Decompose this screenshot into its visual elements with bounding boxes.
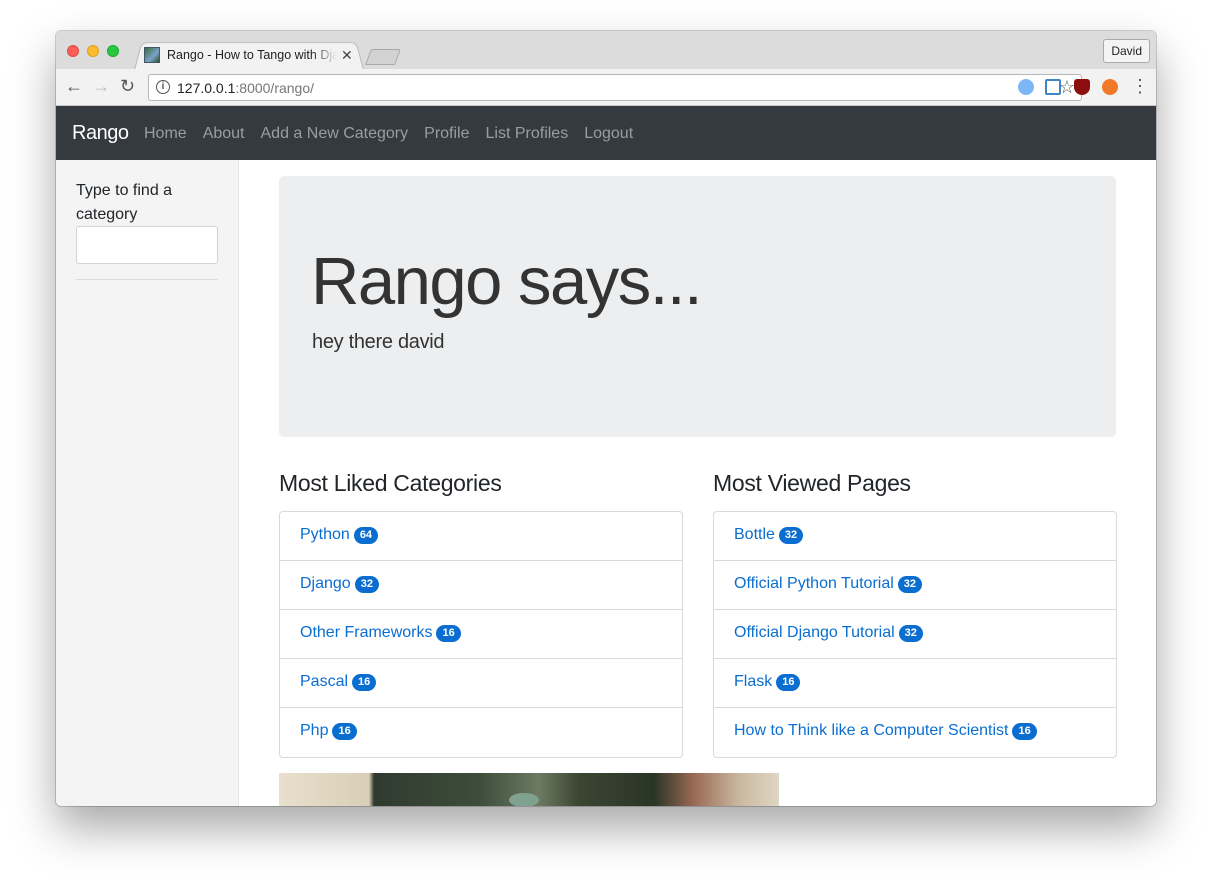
extension-snowflake-icon[interactable]: [1018, 79, 1034, 95]
categories-heading: Most Liked Categories: [279, 470, 502, 496]
count-badge: 32: [354, 576, 379, 593]
count-badge: 32: [897, 576, 923, 593]
count-badge: 16: [436, 625, 461, 642]
category-link[interactable]: Php: [300, 722, 328, 739]
page-link[interactable]: Official Python Tutorial: [734, 575, 894, 592]
zoom-window-button[interactable]: [107, 45, 119, 57]
page-link[interactable]: Bottle: [734, 526, 775, 543]
jumbotron-title: Rango says...: [311, 244, 703, 319]
category-link[interactable]: Django: [300, 575, 351, 592]
profile-button[interactable]: David: [1103, 39, 1150, 63]
list-item: Bottle 32: [714, 512, 1116, 561]
active-tab-content[interactable]: Rango - How to Tango with Django ✕: [144, 45, 359, 65]
forward-arrow-icon[interactable]: →: [92, 77, 110, 95]
back-arrow-icon[interactable]: ←: [65, 77, 83, 95]
page-link[interactable]: How to Think like a Computer Scientist: [734, 722, 1008, 739]
url-text[interactable]: 127.0.0.1:8000/rango/: [177, 80, 314, 96]
list-item: How to Think like a Computer Scientist 16: [714, 708, 1116, 757]
nav-list-profiles[interactable]: List Profiles: [486, 125, 569, 143]
list-item: Other Frameworks 16: [280, 610, 682, 659]
nav-links: Home About Add a New Category Profile Li…: [144, 125, 649, 143]
page-link[interactable]: Flask: [734, 673, 772, 690]
jumbotron: Rango says... hey there david: [279, 176, 1116, 437]
category-search-input[interactable]: [76, 226, 218, 264]
new-tab-button[interactable]: [365, 49, 401, 65]
minimize-window-button[interactable]: [87, 45, 99, 57]
extension-ublock-icon[interactable]: [1074, 79, 1090, 95]
nav-logout[interactable]: Logout: [584, 125, 633, 143]
address-bar[interactable]: i 127.0.0.1:8000/rango/ ☆: [148, 74, 1082, 101]
list-item: Flask 16: [714, 659, 1116, 708]
browser-menu-icon[interactable]: ⋮: [1131, 77, 1149, 95]
nav-add-category[interactable]: Add a New Category: [261, 125, 409, 143]
tab-strip: Rango - How to Tango with Django ✕ David: [56, 31, 1156, 70]
list-item: Django 32: [280, 561, 682, 610]
list-item: Official Python Tutorial 32: [714, 561, 1116, 610]
count-badge: 16: [1012, 723, 1037, 740]
count-badge: 16: [332, 723, 357, 740]
list-item: Official Django Tutorial 32: [714, 610, 1116, 659]
sidebar-divider: [76, 279, 218, 280]
nav-about[interactable]: About: [203, 125, 245, 143]
categories-list: Python 64 Django 32 Other Frameworks 16 Pas…: [279, 511, 683, 758]
count-badge: 32: [898, 625, 923, 642]
site-navbar: Rango Home About Add a New Category Prof…: [56, 106, 1156, 160]
info-icon[interactable]: i: [156, 80, 170, 94]
browser-window: Rango - How to Tango with Django ✕ David…: [56, 31, 1156, 806]
count-badge: 32: [778, 527, 804, 544]
rango-image-detail: [509, 793, 539, 806]
count-badge: 64: [353, 527, 379, 544]
list-item: Python 64: [280, 512, 682, 561]
list-item: Pascal 16: [280, 659, 682, 708]
category-link[interactable]: Pascal: [300, 673, 348, 690]
bookmark-star-icon[interactable]: ☆: [1059, 77, 1075, 98]
count-badge: 16: [776, 674, 801, 691]
count-badge: 16: [352, 674, 377, 691]
list-item: Php 16: [280, 708, 682, 757]
extension-screenshot-icon[interactable]: [1045, 79, 1061, 95]
jumbotron-subtitle: hey there david: [312, 331, 445, 353]
browser-toolbar: ← → ↻ i 127.0.0.1:8000/rango/ ☆ ⋮: [56, 69, 1156, 106]
sidebar: Type to find a category: [56, 160, 239, 806]
extension-orange-icon[interactable]: [1102, 79, 1118, 95]
close-window-button[interactable]: [67, 45, 79, 57]
search-label: Type to find a category: [76, 182, 173, 223]
tab-title: Rango - How to Tango with Django: [167, 48, 337, 62]
nav-profile[interactable]: Profile: [424, 125, 469, 143]
pages-list: Bottle 32 Official Python Tutorial 32 Offi…: [713, 511, 1117, 758]
category-link[interactable]: Other Frameworks: [300, 624, 432, 641]
url-path: :8000/rango/: [235, 80, 315, 96]
page-link[interactable]: Official Django Tutorial: [734, 624, 895, 641]
reload-icon[interactable]: ↻: [120, 77, 135, 95]
url-host: 127.0.0.1: [177, 80, 236, 96]
site-brand[interactable]: Rango: [72, 122, 129, 145]
category-link[interactable]: Python: [300, 526, 350, 543]
close-tab-icon[interactable]: ✕: [341, 47, 353, 64]
pages-heading: Most Viewed Pages: [713, 470, 911, 496]
site-favicon-icon: [144, 47, 160, 63]
nav-home[interactable]: Home: [144, 125, 187, 143]
rango-image: [279, 773, 779, 806]
